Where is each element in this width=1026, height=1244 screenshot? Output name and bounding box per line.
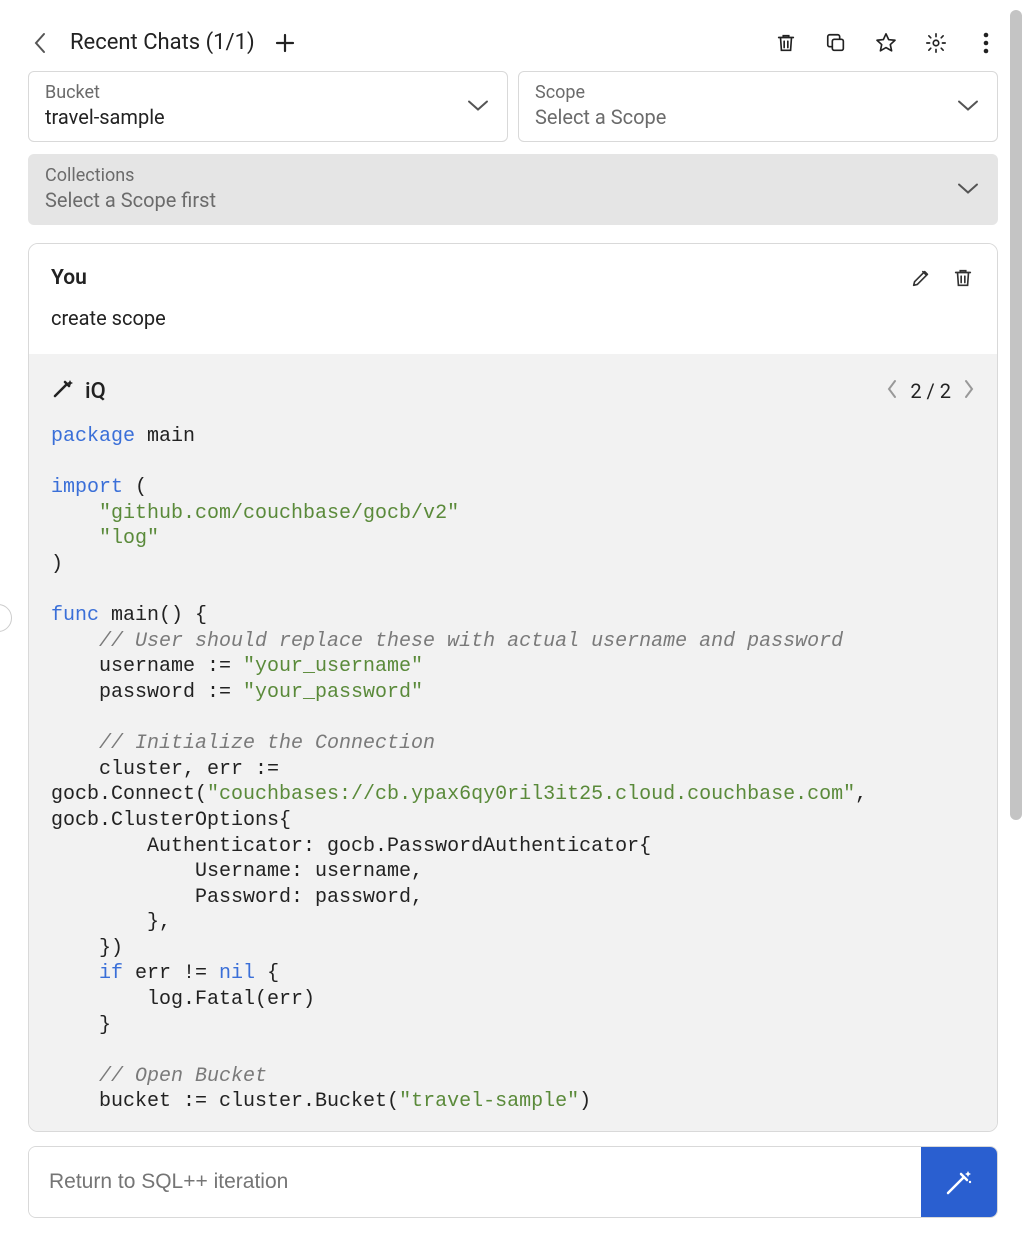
page-title: Recent Chats (1/1) <box>70 30 255 55</box>
star-icon[interactable] <box>874 31 898 55</box>
scope-selector[interactable]: Scope Select a Scope <box>518 71 998 142</box>
user-message: You create scope <box>29 244 997 354</box>
panel-toggle[interactable] <box>0 604 12 632</box>
collections-selector: Collections Select a Scope first <box>28 154 998 225</box>
scope-label: Scope <box>535 82 981 103</box>
new-chat-button[interactable] <box>273 31 297 55</box>
code-block: package main import ( "github.com/couchb… <box>51 424 975 1115</box>
pager-next[interactable] <box>963 379 975 404</box>
bucket-label: Bucket <box>45 82 491 103</box>
wand-icon <box>51 376 75 406</box>
collections-placeholder: Select a Scope first <box>45 188 981 212</box>
more-menu-icon[interactable] <box>974 31 998 55</box>
ai-author: iQ <box>51 376 106 406</box>
copy-icon[interactable] <box>824 31 848 55</box>
bucket-value: travel-sample <box>45 105 491 129</box>
scope-placeholder: Select a Scope <box>535 105 981 129</box>
gear-icon[interactable] <box>924 31 948 55</box>
bucket-selector[interactable]: Bucket travel-sample <box>28 71 508 142</box>
pager-prev[interactable] <box>886 379 898 404</box>
back-button[interactable] <box>28 31 52 55</box>
send-button[interactable] <box>921 1147 997 1217</box>
chat-input[interactable] <box>29 1147 921 1217</box>
chevron-down-icon <box>467 97 489 116</box>
user-message-text: create scope <box>51 306 975 330</box>
chevron-down-icon <box>957 180 979 199</box>
ai-message: iQ 2 / 2 package main import ( "github.c… <box>29 354 997 1131</box>
chat-area: You create scope iQ <box>28 243 998 1132</box>
chevron-down-icon <box>957 97 979 116</box>
response-pager: 2 / 2 <box>886 379 975 404</box>
delete-message-icon[interactable] <box>951 266 975 290</box>
delete-icon[interactable] <box>774 31 798 55</box>
topbar: Recent Chats (1/1) <box>28 0 998 71</box>
user-author: You <box>51 266 87 290</box>
pager-count: 2 / 2 <box>910 379 951 403</box>
collections-label: Collections <box>45 165 981 186</box>
edit-icon[interactable] <box>909 266 933 290</box>
chat-input-bar <box>28 1146 998 1218</box>
